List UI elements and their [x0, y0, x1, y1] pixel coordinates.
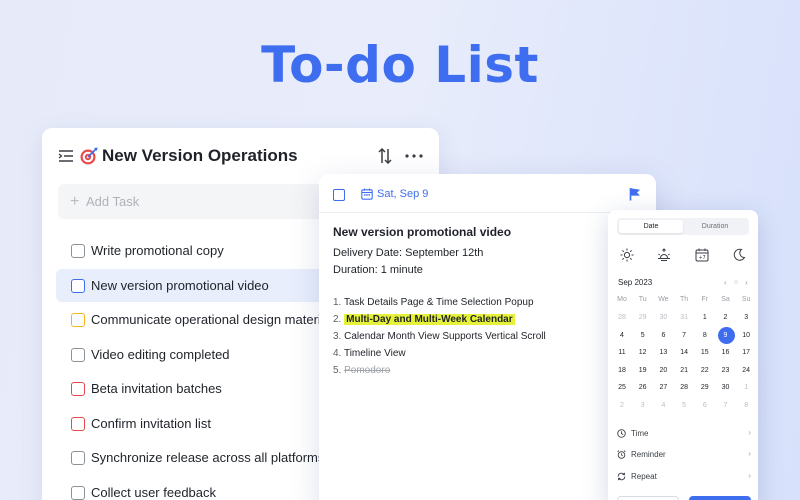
- calendar-day[interactable]: 21: [674, 363, 694, 379]
- calendar-icon[interactable]: [361, 188, 373, 200]
- calendar-day[interactable]: 6: [695, 398, 715, 414]
- calendar-day[interactable]: 31: [674, 310, 694, 326]
- hero-title: To-do List: [261, 36, 539, 94]
- duration-text[interactable]: Duration: 1 minute: [333, 264, 423, 276]
- calendar-day[interactable]: 5: [674, 398, 694, 414]
- calendar-day[interactable]: 3: [736, 310, 756, 326]
- calendar-day[interactable]: 4: [653, 398, 673, 414]
- task-detail-panel: Sat, Sep 9 New version promotional video…: [319, 174, 656, 500]
- subtask-item[interactable]: 2. Multi-Day and Multi-Week Calendar: [333, 314, 515, 325]
- task-label: Write promotional copy: [91, 243, 224, 258]
- sort-icon[interactable]: [378, 148, 392, 164]
- sidebar-toggle-icon[interactable]: [58, 149, 74, 163]
- task-checkbox[interactable]: [71, 278, 85, 293]
- list-title: New Version Operations: [102, 146, 298, 165]
- task-complete-checkbox[interactable]: [333, 189, 345, 201]
- subtask-text: Pomodoro: [344, 365, 391, 376]
- subtask-item[interactable]: 1. Task Details Page & Time Selection Po…: [333, 297, 534, 308]
- calendar-day[interactable]: 7: [716, 398, 736, 414]
- calendar-day[interactable]: 25: [612, 380, 632, 396]
- calendar-day[interactable]: 14: [674, 345, 694, 361]
- calendar-day[interactable]: 6: [653, 328, 673, 344]
- calendar-day[interactable]: 20: [653, 363, 673, 379]
- calendar-day[interactable]: 27: [653, 380, 673, 396]
- calendar-day[interactable]: 11: [612, 345, 632, 361]
- calendar-day[interactable]: 26: [633, 380, 653, 396]
- calendar-day[interactable]: 17: [736, 345, 756, 361]
- calendar-grid: 28 29 30 31 1 2 3 4 5 6 7 8 9 10 11 12 13 14 15 16 17 18 19 20 2…: [608, 210, 758, 500]
- calendar-day[interactable]: 10: [736, 328, 756, 344]
- task-label: Collect user feedback: [91, 484, 217, 500]
- task-title[interactable]: New version promotional video: [333, 225, 511, 239]
- task-label: Video editing completed: [91, 346, 230, 362]
- subtask-text: Task Details Page & Time Selection Popup: [343, 297, 534, 308]
- subtask-number: 3.: [333, 331, 342, 342]
- task-checkbox[interactable]: [71, 485, 85, 500]
- calendar-day[interactable]: 29: [633, 310, 653, 326]
- calendar-day[interactable]: 28: [674, 380, 694, 396]
- calendar-day[interactable]: 28: [612, 310, 632, 326]
- calendar-day[interactable]: 30: [716, 380, 736, 396]
- due-date-label[interactable]: Sat, Sep 9: [377, 188, 428, 200]
- subtask-number: 1.: [333, 297, 342, 308]
- calendar-day[interactable]: 18: [612, 363, 632, 379]
- subtask-item[interactable]: 5. Pomodoro: [333, 365, 390, 376]
- task-checkbox[interactable]: [71, 416, 85, 431]
- task-checkbox[interactable]: [71, 451, 85, 465]
- calendar-day[interactable]: 7: [674, 328, 694, 344]
- calendar-day[interactable]: 3: [633, 398, 653, 414]
- calendar-day[interactable]: 29: [695, 380, 715, 396]
- calendar-day[interactable]: 23: [716, 363, 736, 379]
- detail-divider: [319, 212, 656, 213]
- calendar-day[interactable]: 2: [612, 398, 632, 414]
- calendar-day[interactable]: 4: [612, 328, 632, 344]
- calendar-day[interactable]: 2: [716, 310, 736, 326]
- delivery-date-text[interactable]: Delivery Date: September 12th: [333, 247, 483, 259]
- subtask-text: Timeline View: [343, 348, 406, 359]
- dart-target-icon: [80, 147, 98, 165]
- task-label: Beta invitation batches: [91, 381, 222, 396]
- subtask-item[interactable]: 4. Timeline View: [333, 348, 406, 359]
- calendar-day[interactable]: 22: [695, 363, 715, 379]
- task-checkbox[interactable]: [71, 347, 85, 362]
- calendar-day[interactable]: 15: [695, 345, 715, 361]
- subtask-number: 4.: [333, 348, 342, 359]
- list-header: New Version Operations: [42, 142, 439, 172]
- calendar-day[interactable]: 9: [716, 326, 736, 344]
- calendar-day[interactable]: 30: [653, 310, 673, 326]
- task-checkbox[interactable]: [71, 313, 85, 327]
- task-label: Communicate operational design materials: [91, 312, 338, 327]
- task-label: New version promotional video: [91, 277, 269, 293]
- calendar-day[interactable]: 16: [716, 345, 736, 361]
- calendar-day[interactable]: 5: [633, 328, 653, 344]
- calendar-day[interactable]: 8: [695, 328, 715, 344]
- subtask-number: 2.: [333, 314, 342, 325]
- priority-flag-icon[interactable]: [629, 187, 641, 201]
- plus-icon: +: [70, 193, 80, 210]
- subtask-item[interactable]: 3. Calendar Month View Supports Vertical…: [333, 331, 546, 342]
- calendar-day[interactable]: 24: [736, 363, 756, 379]
- add-task-placeholder: Add Task: [86, 194, 140, 209]
- subtask-text: Multi-Day and Multi-Week Calendar: [344, 314, 515, 325]
- subtask-number: 5.: [333, 365, 342, 376]
- calendar-day[interactable]: 8: [736, 398, 756, 414]
- calendar-day[interactable]: 1: [736, 380, 756, 396]
- task-checkbox[interactable]: [71, 244, 85, 258]
- more-options-icon[interactable]: [405, 154, 423, 158]
- task-label: Synchronize release across all platforms: [91, 450, 325, 465]
- calendar-day[interactable]: 19: [633, 363, 653, 379]
- date-picker-popup: Date Duration +7 Sep 2023 ‹ ○ › Mo Tu We Th…: [608, 210, 758, 500]
- calendar-day[interactable]: 1: [695, 310, 715, 326]
- task-label: Confirm invitation list: [91, 415, 211, 431]
- task-checkbox[interactable]: [71, 382, 85, 396]
- calendar-day[interactable]: 12: [633, 345, 653, 361]
- subtask-text: Calendar Month View Supports Vertical Sc…: [344, 331, 546, 342]
- calendar-day[interactable]: 13: [653, 345, 673, 361]
